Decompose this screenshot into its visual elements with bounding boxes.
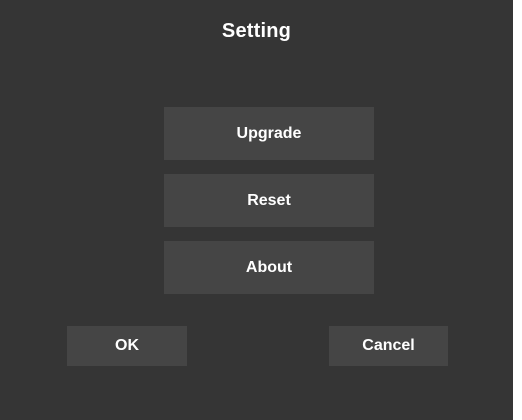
dialog-title: Setting	[221, 20, 292, 42]
reset-button[interactable]: Reset	[164, 174, 374, 227]
reset-button-label: Reset	[247, 191, 291, 209]
setting-dialog: Setting Upgrade Reset About OK Cancel	[0, 0, 513, 420]
upgrade-button[interactable]: Upgrade	[164, 107, 374, 160]
cancel-button[interactable]: Cancel	[329, 326, 448, 366]
upgrade-button-label: Upgrade	[236, 124, 302, 142]
ok-button-label: OK	[115, 337, 139, 354]
about-button[interactable]: About	[164, 241, 374, 294]
ok-button[interactable]: OK	[67, 326, 187, 366]
about-button-label: About	[245, 258, 293, 276]
cancel-button-label: Cancel	[362, 337, 415, 354]
